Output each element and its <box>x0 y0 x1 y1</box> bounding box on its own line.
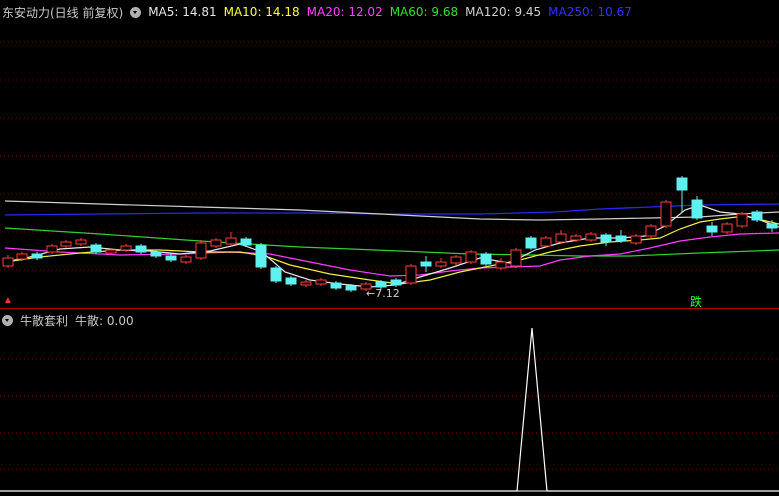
candle-body <box>540 237 552 247</box>
ma250-label: MA250: 10.67 <box>548 5 632 19</box>
candle-body <box>2 257 14 267</box>
candle-body <box>405 265 417 284</box>
candle-body <box>435 261 447 267</box>
niusan-line <box>0 327 779 492</box>
candle-body <box>105 249 117 254</box>
candle-body <box>676 177 688 191</box>
ma5-label: MA5: 14.81 <box>148 5 217 19</box>
candle-body <box>450 256 462 264</box>
candle-body <box>736 213 748 227</box>
candle-body <box>225 237 237 245</box>
candle-body <box>555 233 567 243</box>
indicator-header: 牛散套利 牛散: 0.00 <box>2 312 141 328</box>
candle-body <box>285 277 297 285</box>
price-chart-panel[interactable]: ▲ 东安动力(日线 前复权) MA5: 14.81 MA10: 14.18 MA… <box>0 0 779 309</box>
indicator-value: 牛散: 0.00 <box>75 313 134 328</box>
up-marker-icon: ▲ <box>3 295 13 306</box>
candle-body <box>240 238 252 246</box>
candle-body <box>135 245 147 253</box>
indicator-panel[interactable]: 牛散套利 牛散: 0.00 <box>0 309 779 496</box>
candle-body <box>210 239 222 247</box>
candle-body <box>420 261 432 267</box>
candle-body <box>691 199 703 219</box>
dropdown-circle-icon[interactable] <box>130 6 142 18</box>
candlestick-chart: ▲ <box>0 41 779 306</box>
candle-body <box>465 251 477 263</box>
candle-body <box>255 244 267 268</box>
candle-body <box>165 255 177 261</box>
candle-body <box>16 253 28 260</box>
ma60-label: MA60: 9.68 <box>389 5 459 19</box>
candle-body <box>150 251 162 257</box>
candle-body <box>706 225 718 233</box>
indicator-title: 牛散套利 <box>20 313 69 328</box>
candle-body <box>330 282 342 289</box>
candle-body <box>75 239 87 245</box>
candle-body <box>46 245 58 253</box>
ma20-label: MA20: 12.02 <box>306 5 383 19</box>
ma10-label: MA10: 14.18 <box>223 5 300 19</box>
candle-body <box>495 261 507 269</box>
candle-body <box>751 211 763 221</box>
candle-body <box>120 245 132 251</box>
candle-body <box>585 233 597 241</box>
candle-body <box>721 223 733 233</box>
dropdown-circle-icon[interactable] <box>2 314 13 326</box>
candle-body <box>270 267 282 282</box>
candle-body <box>345 285 357 291</box>
candle-body <box>90 244 102 253</box>
candle-body <box>300 281 312 286</box>
low-price-annotation: ←7.12 <box>366 287 400 300</box>
candle-body <box>615 235 627 242</box>
candle-body <box>60 241 72 247</box>
candle-body <box>510 249 522 267</box>
candle-body <box>195 242 207 259</box>
candle-body <box>600 234 612 243</box>
candle-body <box>180 256 192 263</box>
candle-body <box>570 235 582 241</box>
indicator-chart <box>0 327 779 492</box>
candle-body <box>31 253 43 259</box>
stock-title: 东安动力(日线 前复权) <box>2 5 124 20</box>
candle-body <box>480 253 492 265</box>
candle-body <box>315 279 327 285</box>
candle-body <box>645 225 657 237</box>
candle-body <box>766 223 778 229</box>
candle-body <box>630 235 642 244</box>
candle-body <box>660 201 672 227</box>
ma120-label: MA120: 9.45 <box>465 5 542 19</box>
chart-header: 东安动力(日线 前复权) MA5: 14.81 MA10: 14.18 MA20… <box>2 4 639 20</box>
candle-body <box>525 237 537 249</box>
candle-body <box>390 279 402 286</box>
